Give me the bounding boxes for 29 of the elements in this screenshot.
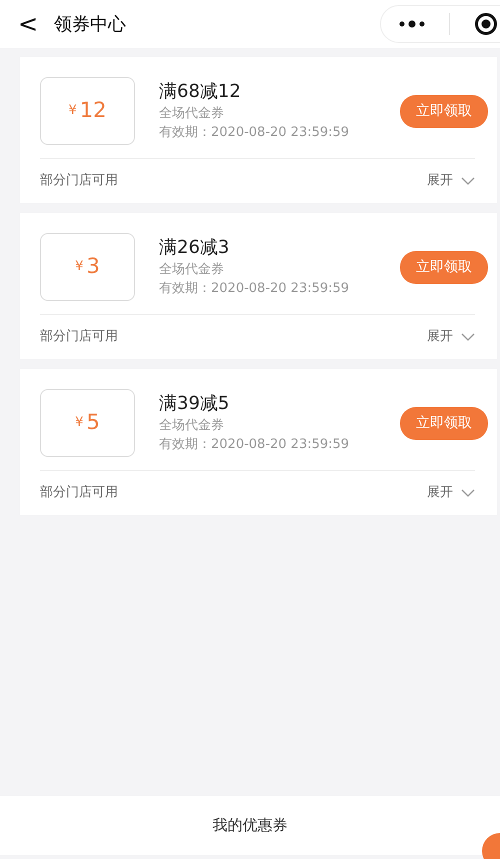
store-note: 部分门店可用 <box>40 484 118 502</box>
currency-symbol: ¥ <box>68 102 77 120</box>
coupon-scope: 全场代金券 <box>159 417 225 435</box>
page-title: 领券中心 <box>54 12 126 36</box>
coupon-scope: 全场代金券 <box>159 105 225 123</box>
validity-text: 有效期：2020-08-20 23:59:59 <box>159 280 350 298</box>
store-note: 部分门店可用 <box>40 172 118 190</box>
coupon-title: 满39减5 <box>159 392 230 416</box>
coupon-amount: 12 <box>80 97 106 124</box>
expand-toggle[interactable]: 展开 <box>427 171 475 191</box>
back-button[interactable]: < <box>18 12 38 36</box>
chevron-down-icon <box>461 177 475 185</box>
validity-text: 有效期：2020-08-20 23:59:59 <box>159 124 350 142</box>
coupon-title: 满68减12 <box>159 80 242 104</box>
chevron-down-icon <box>461 333 475 341</box>
currency-symbol: ¥ <box>75 414 84 432</box>
store-note: 部分门店可用 <box>40 328 118 346</box>
validity-text: 有效期：2020-08-20 23:59:59 <box>159 436 350 454</box>
currency-symbol: ¥ <box>75 258 84 276</box>
expand-toggle[interactable]: 展开 <box>427 483 475 503</box>
coupon-amount: 3 <box>86 253 100 280</box>
more-icon[interactable] <box>399 20 425 28</box>
coupon-scope: 全场代金券 <box>159 261 225 279</box>
chevron-down-icon <box>461 489 475 497</box>
coupon-amount: 5 <box>86 409 100 436</box>
coupon-title: 满26减3 <box>159 236 230 260</box>
my-coupons-link[interactable]: 我的优惠券 <box>212 814 288 837</box>
expand-toggle[interactable]: 展开 <box>427 327 475 347</box>
close-icon[interactable] <box>474 12 498 36</box>
